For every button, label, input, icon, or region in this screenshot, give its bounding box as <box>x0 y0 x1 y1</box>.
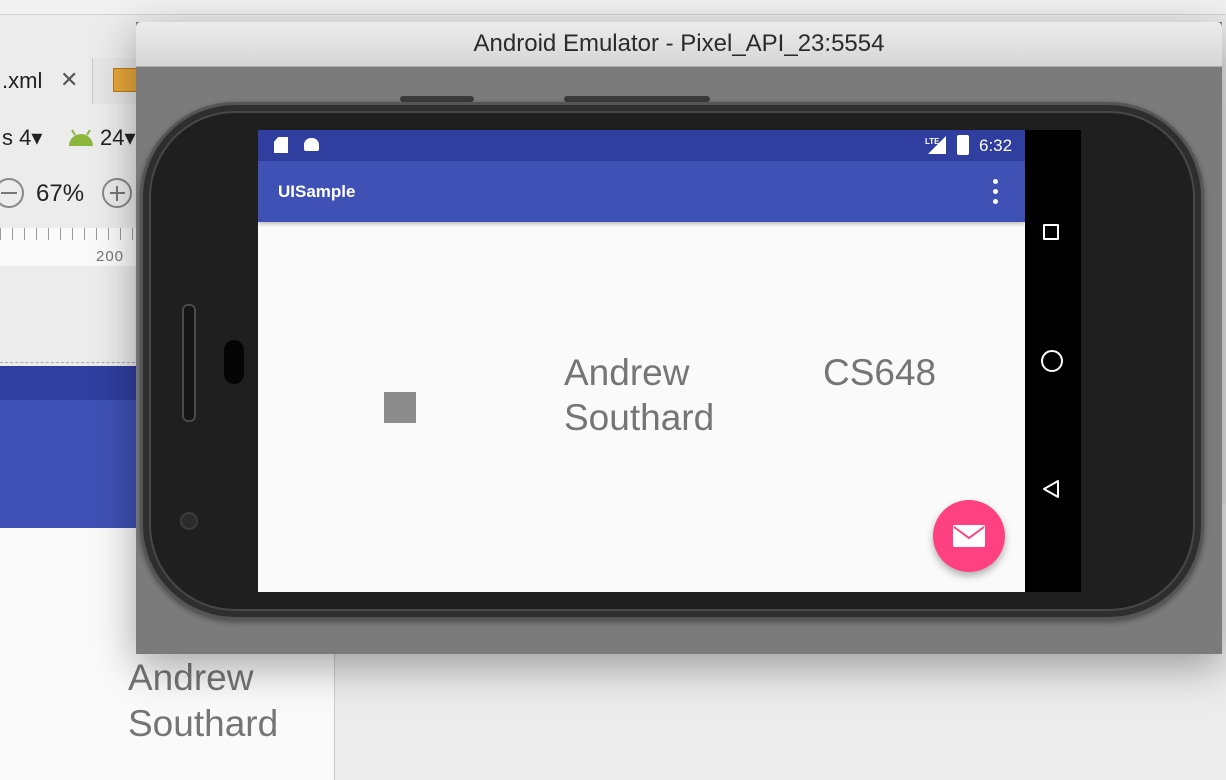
preview-name-text[interactable]: Andrew Southard <box>128 655 278 747</box>
ide-tab-label: .xml <box>2 68 43 93</box>
zoom-in-icon[interactable] <box>102 178 132 208</box>
name-text: Andrew Southard <box>564 352 715 438</box>
course-text: CS648 <box>823 352 937 393</box>
more-vert-icon[interactable] <box>988 179 1002 205</box>
device-selector[interactable]: s 4▾ <box>2 125 42 151</box>
front-camera-icon <box>180 512 198 530</box>
back-icon[interactable] <box>1041 479 1061 499</box>
sd-card-icon <box>274 137 288 153</box>
emulator-title: Android Emulator - Pixel_API_23:5554 <box>473 30 885 57</box>
design-canvas <box>0 266 140 366</box>
mail-icon <box>953 525 985 547</box>
email-fab-button[interactable] <box>933 500 1005 572</box>
canvas-guide-line <box>0 362 140 363</box>
preview-app-bar <box>0 400 140 528</box>
ide-right-panel <box>1222 104 1226 504</box>
ide-title-strip <box>0 0 1226 15</box>
home-icon[interactable] <box>1041 350 1063 372</box>
lte-label: LTE <box>925 137 940 146</box>
phone-screen[interactable]: LTE 6:32 UISample Andrew Southard CS648 <box>258 130 1025 592</box>
status-time: 6:32 <box>979 136 1013 155</box>
recent-apps-icon[interactable] <box>1043 224 1059 240</box>
ruler-label: 200 <box>96 248 125 265</box>
navigation-bar <box>1025 130 1081 592</box>
speaker-grille <box>182 304 196 422</box>
close-icon[interactable]: ✕ <box>60 67 78 93</box>
ide-tab-xml[interactable]: .xml ✕ <box>0 58 93 104</box>
image-placeholder <box>384 392 416 423</box>
app-title: UISample <box>278 182 356 201</box>
proximity-sensor <box>224 340 244 384</box>
xml-file-icon[interactable] <box>113 68 137 92</box>
ruler: 200 <box>0 228 140 267</box>
preview-status-bar <box>0 366 140 400</box>
api-level-selector[interactable]: 24▾ <box>100 125 136 151</box>
status-bar: LTE 6:32 <box>258 130 1025 161</box>
zoom-level: 67% <box>36 180 85 207</box>
app-bar: UISample <box>258 161 1025 222</box>
ruler-ticks <box>0 228 140 240</box>
android-icon <box>304 138 319 151</box>
emulator-title-bar[interactable]: Android Emulator - Pixel_API_23:5554 <box>136 22 1222 67</box>
android-icon <box>69 129 93 146</box>
battery-icon <box>957 135 969 155</box>
